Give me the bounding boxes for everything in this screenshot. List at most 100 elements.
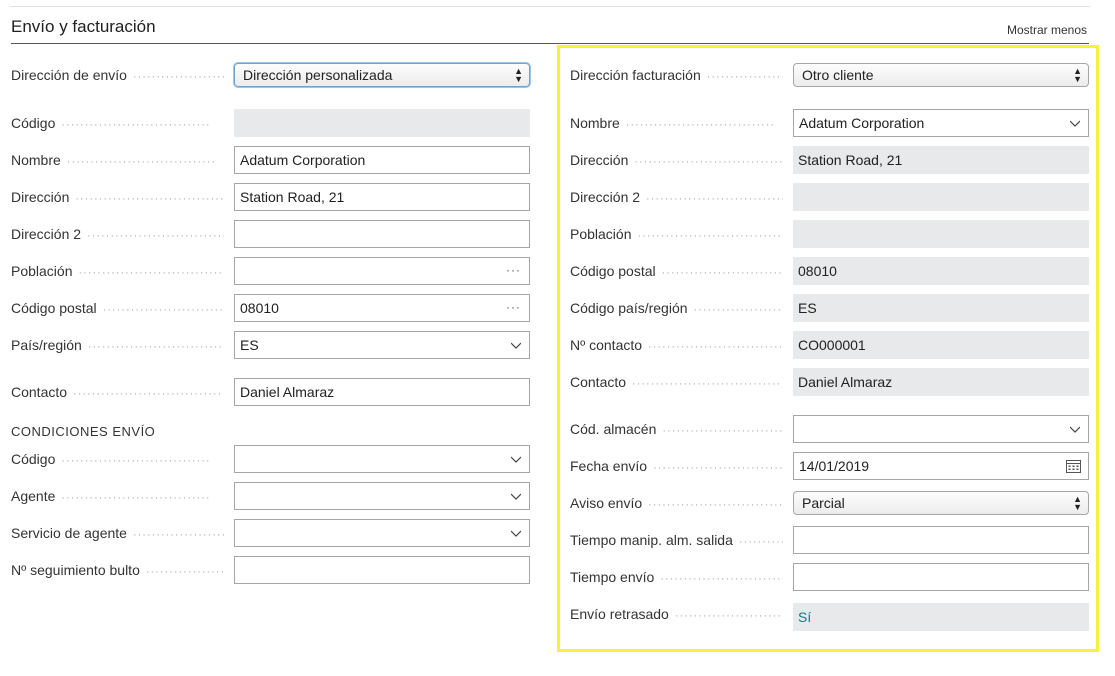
shipping-time-row: Tiempo envío····························… — [570, 563, 1089, 591]
lookup-ellipsis-icon[interactable]: ··· — [506, 258, 521, 282]
bill-postcode-label: Código postal — [570, 263, 656, 279]
bill-contact-no-field: CO000001 — [793, 331, 1089, 359]
chevron-down-icon — [511, 456, 521, 463]
tracking-label: Nº seguimiento bulto — [11, 562, 140, 578]
ship-contact-label: Contacto — [11, 384, 68, 400]
outbound-time-label: Tiempo manip. alm. salida — [570, 532, 733, 548]
ship-postcode-label: Código postal — [11, 300, 97, 316]
chevron-down-icon — [1070, 120, 1080, 127]
ship-contact-input[interactable]: Daniel Almaraz — [234, 378, 530, 406]
ship-country-dropdown[interactable]: ES — [234, 331, 530, 359]
shipment-date-value: 14/01/2019 — [799, 458, 870, 474]
ship-country-row: País/región ·····························… — [11, 331, 530, 359]
chevron-down-icon — [511, 493, 521, 500]
shipment-date-input[interactable]: 14/01/2019 — [793, 452, 1089, 480]
cond-code-dropdown[interactable] — [234, 445, 530, 473]
outbound-time-row: Tiempo manip. alm. salida···············… — [570, 526, 1089, 554]
agent-service-row: Servicio de agente······················… — [11, 519, 530, 547]
bill-country-label: Código país/región — [570, 300, 688, 316]
bill-country-field: ES — [793, 294, 1089, 322]
ship-postcode-row: Código postal···························… — [11, 294, 530, 322]
location-dropdown[interactable] — [793, 415, 1089, 443]
ship-to-value: Dirección personalizada — [243, 67, 393, 83]
bill-city-field — [793, 220, 1089, 248]
ship-address-input[interactable]: Station Road, 21 — [234, 183, 530, 211]
agent-service-dropdown[interactable] — [234, 519, 530, 547]
cond-code-label: Código — [11, 451, 56, 467]
bill-address2-field — [793, 183, 1089, 211]
bill-city-row: Población ·······························… — [570, 220, 1089, 248]
shipping-advice-label: Aviso envío — [570, 495, 643, 511]
tracking-input[interactable] — [234, 556, 530, 584]
location-row: Cód. almacén····························… — [570, 415, 1089, 443]
shipping-advice-select[interactable]: Parcial ▲ ▼ — [793, 491, 1089, 515]
bill-address-label: Dirección — [570, 152, 629, 168]
ship-city-input[interactable]: ··· — [234, 257, 530, 285]
section-title: Envío y facturación — [11, 17, 156, 36]
ship-code-label: Código — [11, 115, 56, 131]
top-divider — [10, 6, 1090, 7]
bill-city-label: Población — [570, 226, 632, 242]
section-divider — [11, 43, 1089, 44]
agent-row: Agente ································ — [11, 482, 530, 510]
agent-service-label: Servicio de agente — [11, 525, 127, 541]
tracking-row: Nº seguimiento bulto····················… — [11, 556, 530, 584]
lookup-ellipsis-icon[interactable]: ··· — [506, 295, 521, 319]
shipment-date-row: Fecha envío·····························… — [570, 452, 1089, 480]
late-field[interactable]: Sí — [793, 603, 1089, 631]
location-label: Cód. almacén — [570, 421, 657, 437]
bill-contact-no-label: Nº contacto — [570, 337, 643, 353]
late-row: Envío retrasado·························… — [570, 600, 1089, 631]
chevron-down-icon — [511, 530, 521, 537]
agent-dropdown[interactable] — [234, 482, 530, 510]
shipping-advice-row: Aviso envío ·····························… — [570, 489, 1089, 517]
bill-contact-field: Daniel Almaraz — [793, 368, 1089, 396]
agent-label: Agente — [11, 488, 56, 504]
select-arrows-icon: ▲ ▼ — [1073, 494, 1082, 512]
calendar-icon[interactable] — [1066, 459, 1081, 473]
show-less-link[interactable]: Mostrar menos — [1007, 23, 1087, 37]
ship-postcode-value: 08010 — [240, 300, 279, 316]
ship-code-field — [234, 109, 530, 137]
bill-name-label: Nombre — [570, 115, 620, 131]
shipping-advice-value: Parcial — [802, 495, 845, 511]
ship-name-label: Nombre — [11, 152, 61, 168]
bill-to-label: Dirección facturación — [570, 67, 701, 83]
ship-to-row: Dirección de envío······················… — [11, 61, 530, 89]
ship-city-row: Población ·······························… — [11, 257, 530, 285]
outbound-time-input[interactable] — [793, 526, 1089, 554]
bill-to-value: Otro cliente — [802, 67, 874, 83]
bill-contact-row: Contacto ································… — [570, 368, 1089, 396]
bill-to-select[interactable]: Otro cliente ▲ ▼ — [793, 63, 1089, 87]
bill-to-row: Dirección facturación···················… — [570, 61, 1089, 89]
ship-country-value: ES — [240, 337, 259, 353]
ship-to-label: Dirección de envío — [11, 67, 127, 83]
chevron-down-icon — [1070, 426, 1080, 433]
bill-country-row: Código país/región······················… — [570, 294, 1089, 322]
ship-code-row: Código ································ — [11, 109, 530, 137]
ship-name-input[interactable]: Adatum Corporation — [234, 146, 530, 174]
ship-country-label: País/región — [11, 337, 82, 353]
bill-postcode-row: Código postal···························… — [570, 257, 1089, 285]
shipping-conditions-heading: CONDICIONES ENVÍO — [11, 424, 156, 439]
shipping-time-label: Tiempo envío — [570, 569, 655, 585]
bill-name-row: Nombre ································ A… — [570, 109, 1089, 137]
bill-name-dropdown[interactable]: Adatum Corporation — [793, 109, 1089, 137]
ship-address-row: Dirección ·······························… — [11, 183, 530, 211]
ship-to-select[interactable]: Dirección personalizada ▲ ▼ — [234, 63, 530, 87]
ship-city-label: Población — [11, 263, 73, 279]
ship-name-row: Nombre ································ A… — [11, 146, 530, 174]
ship-postcode-input[interactable]: 08010 ··· — [234, 294, 530, 322]
bill-contact-label: Contacto — [570, 374, 627, 390]
bill-address-field: Station Road, 21 — [793, 146, 1089, 174]
ship-address-label: Dirección — [11, 189, 70, 205]
bill-address-row: Dirección ·······························… — [570, 146, 1089, 174]
ship-address2-input[interactable] — [234, 220, 530, 248]
cond-code-row: Código ································ — [11, 445, 530, 473]
ship-address2-row: Dirección 2 ·····························… — [11, 220, 530, 248]
ship-address2-label: Dirección 2 — [11, 226, 82, 242]
bill-address2-label: Dirección 2 — [570, 189, 641, 205]
late-label: Envío retrasado — [570, 606, 669, 622]
ship-contact-row: Contacto ································… — [11, 378, 530, 406]
shipping-time-input[interactable] — [793, 563, 1089, 591]
